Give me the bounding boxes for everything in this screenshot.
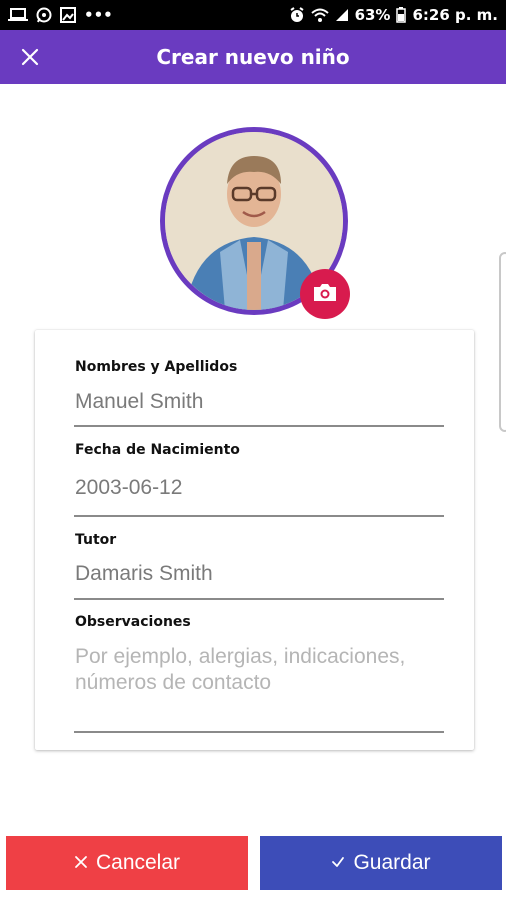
edge-panel-handle[interactable]	[499, 252, 506, 432]
birthdate-label: Fecha de Nacimiento	[75, 442, 240, 458]
whatsapp-icon	[36, 7, 52, 23]
avatar-container	[160, 127, 350, 319]
close-icon[interactable]	[18, 45, 42, 69]
battery-icon	[396, 7, 407, 23]
status-bar: ••• 63% 6:26 p. m.	[0, 0, 506, 30]
observations-label: Observaciones	[75, 614, 191, 630]
camera-icon	[312, 281, 338, 308]
status-left: •••	[8, 6, 113, 24]
page-title: Crear nuevo niño	[156, 45, 350, 69]
cancel-label: Cancelar	[95, 851, 181, 874]
wifi-icon	[310, 8, 329, 22]
observations-underline	[74, 731, 444, 733]
name-underline	[74, 425, 444, 427]
more-notifications: •••	[84, 6, 113, 24]
save-button[interactable]: Guardar	[260, 836, 502, 890]
tutor-underline	[74, 598, 444, 600]
name-input[interactable]	[75, 390, 443, 414]
alarm-icon	[289, 7, 305, 23]
clock: 6:26 p. m.	[412, 6, 498, 24]
observations-input[interactable]	[75, 644, 443, 726]
battery-percent: 63%	[354, 6, 391, 24]
name-label: Nombres y Apellidos	[75, 359, 238, 375]
camera-button[interactable]	[300, 269, 350, 319]
tutor-input[interactable]	[75, 562, 443, 586]
birthdate-underline	[74, 515, 444, 517]
tutor-label: Tutor	[75, 532, 117, 548]
x-icon	[74, 851, 88, 875]
laptop-icon	[8, 8, 28, 22]
signal-icon	[335, 8, 349, 22]
birthdate-input[interactable]	[75, 476, 443, 500]
save-label: Guardar	[353, 851, 431, 874]
form-card: Nombres y Apellidos Fecha de Nacimiento …	[35, 330, 474, 750]
status-right: 63% 6:26 p. m.	[289, 6, 498, 24]
checkmark-icon	[331, 851, 345, 875]
app-bar: Crear nuevo niño	[0, 30, 506, 84]
gallery-icon	[60, 7, 76, 23]
cancel-button[interactable]: Cancelar	[6, 836, 248, 890]
